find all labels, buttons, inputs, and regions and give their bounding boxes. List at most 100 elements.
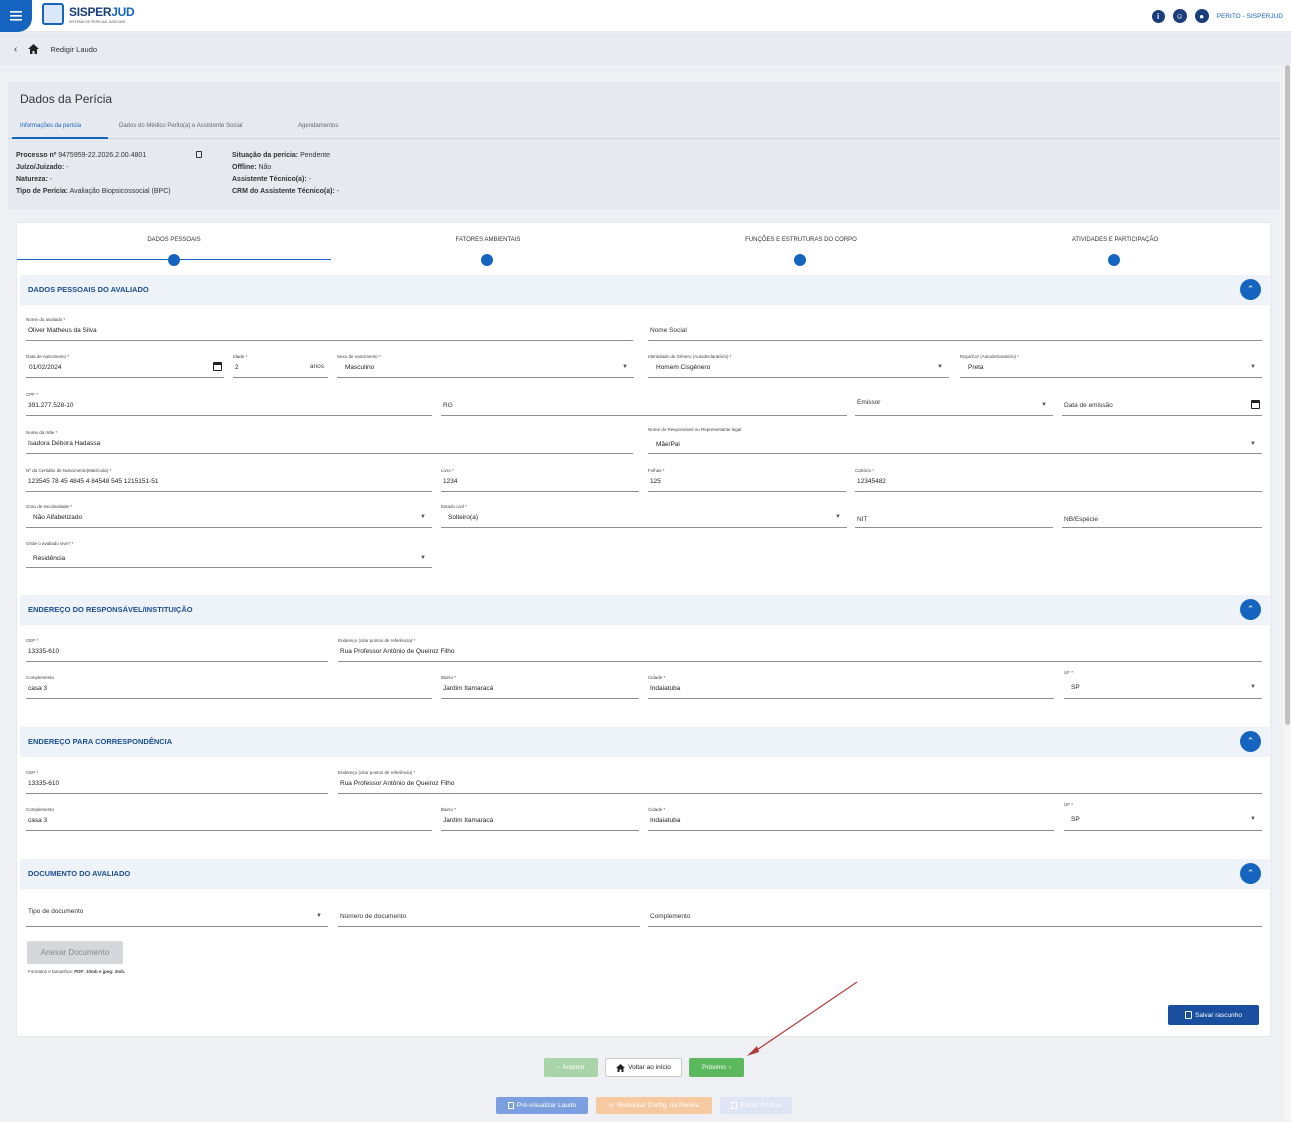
numero-documento-field[interactable]: Número de documento	[338, 903, 640, 927]
step-dot-2[interactable]	[481, 254, 493, 266]
section-dados-pessoais: DADOS PESSOAIS DO AVALIADO ⌃	[20, 275, 1269, 305]
home-icon	[616, 1063, 626, 1072]
collapse-icon[interactable]: ⌃	[1240, 279, 1261, 300]
pericia-info-left: Processo nº 9475959-22.2026.2.00.4801 Ju…	[16, 152, 171, 195]
endereco-corr-field[interactable]: Endereço (citar pontos de referência) * R…	[338, 770, 1262, 794]
nit-field[interactable]: NIT	[855, 504, 1053, 528]
restaurar-button[interactable]: ↻ Restaurar Config. da Perícia	[596, 1097, 712, 1114]
bairro-corr-field[interactable]: Bairro * Jardim Itamaracá	[441, 807, 639, 831]
certidao-field[interactable]: Nº da Certidão de Nascimento(Matrícula) …	[26, 468, 432, 492]
chevron-down-icon: ▼	[1250, 684, 1256, 690]
uf-corr-select[interactable]: UF * SP ▼	[1064, 802, 1262, 831]
sexo-select[interactable]: Sexo de nascimento * Masculino ▼	[337, 354, 634, 378]
mae-field[interactable]: Nome da mãe * Isadora Débora Hadassa	[26, 430, 633, 454]
tab-informacoes[interactable]: Informações da perícia	[20, 123, 81, 129]
nome-field[interactable]: Nome do avaliado * Oliver Matheus da Silv…	[26, 317, 633, 341]
scrollbar[interactable]	[1283, 65, 1291, 1122]
rg-field[interactable]: RG	[441, 392, 847, 416]
emissor-select[interactable]: Emissor ▼	[855, 392, 1053, 416]
chevron-down-icon: ▼	[1041, 402, 1047, 408]
collapse-icon[interactable]: ⌃	[1240, 863, 1261, 884]
folhas-field[interactable]: Folhas * 125	[648, 468, 846, 492]
complemento-documento-field[interactable]: Complemento	[648, 903, 1262, 927]
calendar-icon[interactable]	[213, 362, 222, 371]
back-icon[interactable]: ‹	[14, 44, 17, 55]
chevron-down-icon: ▼	[1250, 441, 1256, 447]
pericia-card: Dados da Perícia Informações da perícia …	[8, 82, 1280, 209]
endereco-field[interactable]: Endereço (citar pontos de referência) * R…	[338, 638, 1262, 662]
chevron-down-icon: ▼	[835, 514, 841, 520]
copy-icon[interactable]	[196, 151, 202, 158]
idade-field[interactable]: Idade * 2 anos	[233, 354, 328, 378]
menu-button[interactable]	[0, 0, 32, 32]
restore-icon: ↻	[608, 1102, 615, 1110]
section-endereco-responsavel: ENDEREÇO DO RESPONSÁVEL/INSTITUIÇÃO ⌃	[20, 595, 1269, 625]
pre-visualizar-button[interactable]: Pré-visualizar Laudo	[496, 1097, 588, 1114]
hamburger-icon	[10, 11, 22, 21]
step-atividades[interactable]: ATIVIDADES E PARTICIPAÇÃO	[958, 237, 1272, 243]
livro-field[interactable]: Livro * 1234	[441, 468, 639, 492]
chevron-down-icon: ▼	[1250, 816, 1256, 822]
accessibility-icon[interactable]: ☺	[1172, 9, 1187, 23]
voltar-inicio-button[interactable]: Voltar ao início	[605, 1058, 682, 1077]
pericia-tabs: Informações da perícia Dados do Médico P…	[8, 119, 1280, 139]
anterior-button[interactable]: ‹ Anterior	[544, 1058, 598, 1077]
data-emissao-field[interactable]: Data de emissão	[1062, 392, 1262, 416]
tab-agendamentos[interactable]: Agendamentos	[298, 123, 338, 129]
step-dados-pessoais[interactable]: DADOS PESSOAIS	[17, 237, 331, 243]
estado-civil-select[interactable]: Estado civil * Solteiro(a) ▼	[441, 504, 847, 528]
section-endereco-correspondencia: ENDEREÇO PARA CORRESPONDÊNCIA ⌃	[20, 727, 1269, 757]
step-dot-1[interactable]	[168, 254, 180, 266]
nome-social-field[interactable]: Nome Social	[648, 317, 1262, 341]
genero-select[interactable]: Identidade de Gênero (Autodeclaratório) …	[648, 354, 949, 378]
app-logo[interactable]: SISPERJUD SISTEMA DE PERÍCIAS JUDICIAIS	[42, 3, 135, 25]
anexar-documento-button[interactable]: Anexar Documento	[27, 941, 123, 964]
nb-field[interactable]: NB/Espécie	[1062, 504, 1262, 528]
cep-corr-field[interactable]: CEP * 13335-610	[26, 770, 328, 794]
complemento-corr-field[interactable]: Complemento casa 3	[26, 807, 432, 831]
pericia-info-right: Situação da perícia: Pendente Offline: N…	[232, 152, 340, 195]
cidade-field[interactable]: Cidade * Indaiatuba	[648, 675, 1054, 699]
cep-field[interactable]: CEP * 13335-610	[26, 638, 328, 662]
user-icon[interactable]: ●	[1194, 9, 1209, 23]
escolaridade-select[interactable]: Grau de escolaridade * Não Alfabetizado ▼	[26, 504, 432, 528]
uf-select[interactable]: UF * SP ▼	[1064, 670, 1262, 699]
step-dot-3[interactable]	[794, 254, 806, 266]
step-dot-4[interactable]	[1108, 254, 1120, 266]
breadcrumb: ‹ Redigir Laudo	[0, 33, 1291, 65]
step-funcoes-estruturas[interactable]: FUNÇÕES E ESTRUTURAS DO CORPO	[644, 237, 958, 243]
cpf-field[interactable]: CPF * 391.277.528-10	[26, 392, 432, 416]
nascimento-field[interactable]: Data de nascimento * 01/02/2024	[26, 354, 224, 378]
cartorio-field[interactable]: Cartório * 12345482	[855, 468, 1262, 492]
responsavel-select[interactable]: Nome do Responsável ou Representante leg…	[648, 427, 1262, 454]
bairro-field[interactable]: Bairro * Jardim Itamaracá	[441, 675, 639, 699]
step-fatores-ambientais[interactable]: FATORES AMBIENTAIS	[331, 237, 645, 243]
tipo-documento-select[interactable]: Tipo de documento ▼	[26, 903, 328, 927]
complemento-field[interactable]: Complemento casa 3	[26, 675, 432, 699]
raca-select[interactable]: Raça/Cor (Autodeclaratório) * Preta ▼	[960, 354, 1262, 378]
section-documento: DOCUMENTO DO AVALIADO ⌃	[20, 859, 1269, 889]
chevron-down-icon: ▼	[622, 364, 628, 370]
stepper: DADOS PESSOAIS FATORES AMBIENTAIS FUNÇÕE…	[17, 223, 1272, 273]
user-label[interactable]: PERITO - SISPERJUD	[1217, 13, 1283, 20]
tab-dados-medico[interactable]: Dados do Médico Perito(a) e Assistente S…	[119, 123, 242, 129]
annotation-arrow	[747, 981, 858, 1056]
format-hint: Formatos e tamanhos: PDF: 10mb e jpeg: 3…	[28, 969, 126, 974]
info-icon[interactable]: i	[1151, 9, 1165, 23]
salvar-rascunho-button[interactable]: Salvar rascunho	[1168, 1005, 1259, 1025]
collapse-icon[interactable]: ⌃	[1240, 731, 1261, 752]
calendar-icon[interactable]	[1251, 400, 1260, 409]
save-icon	[1185, 1011, 1192, 1019]
cidade-corr-field[interactable]: Cidade * Indaiatuba	[648, 807, 1054, 831]
form-card: DADOS PESSOAIS FATORES AMBIENTAIS FUNÇÕE…	[16, 222, 1271, 1037]
page-title: Dados da Perícia	[20, 92, 113, 106]
logo-icon	[42, 3, 64, 25]
send-icon	[731, 1102, 738, 1109]
chevron-down-icon: ▼	[420, 514, 426, 520]
collapse-icon[interactable]: ⌃	[1240, 599, 1261, 620]
onde-vive-select[interactable]: Onde o avaliado vive? * Residência ▼	[26, 541, 432, 568]
enviar-pericia-button[interactable]: Enviar Perícia	[720, 1097, 792, 1114]
home-icon[interactable]	[28, 44, 40, 54]
proximo-button[interactable]: Próximo ›	[689, 1058, 744, 1077]
breadcrumb-page: Redigir Laudo	[50, 44, 98, 54]
